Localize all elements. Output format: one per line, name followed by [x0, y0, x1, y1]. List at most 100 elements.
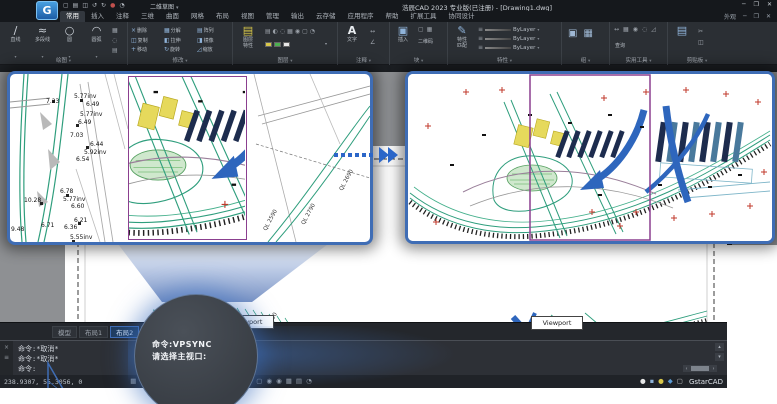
- command-hscroll[interactable]: ‹ ›: [683, 365, 717, 372]
- layer-state-icon[interactable]: ▦: [287, 28, 293, 35]
- ribbon-tab[interactable]: 输出: [285, 11, 310, 22]
- ribbon-tab[interactable]: 云存储: [310, 11, 342, 22]
- layer-state-icon[interactable]: ◌: [280, 28, 285, 35]
- panel-label[interactable]: 图层 ▾: [233, 56, 337, 64]
- match-properties-button[interactable]: ✎ 特性 匹配: [450, 24, 474, 49]
- utility-icon[interactable]: ↔: [614, 26, 619, 33]
- group-icon[interactable]: ▦: [583, 28, 592, 39]
- modify-tool-button[interactable]: ▦分解: [164, 26, 197, 36]
- status-toggle-icon[interactable]: ◉: [266, 375, 272, 388]
- inquiry-button[interactable]: 查询: [615, 42, 625, 49]
- insert-block-button[interactable]: ▣ 插入: [392, 24, 414, 43]
- ribbon-tab[interactable]: 协同设计: [443, 11, 481, 22]
- modify-tool-button[interactable]: ▤阵列: [197, 26, 230, 36]
- maximize-button[interactable]: ❐: [754, 1, 759, 8]
- minimize-button[interactable]: ─: [742, 1, 746, 8]
- modify-tool-button[interactable]: ◧拉伸: [164, 36, 197, 46]
- doc-minimize-button[interactable]: ─: [743, 13, 747, 20]
- panel-label[interactable]: 修改 ▾: [128, 56, 232, 64]
- quick-access-icon[interactable]: ↻: [101, 1, 106, 10]
- status-toggle-icon[interactable]: ▢: [256, 375, 262, 388]
- status-toggle-icon[interactable]: ▦: [286, 375, 292, 388]
- status-right-icon[interactable]: ▢: [677, 375, 683, 388]
- draw-extra-icon[interactable]: ▦: [112, 27, 118, 34]
- layer-state-icon[interactable]: ▤: [265, 28, 271, 35]
- command-vscroll[interactable]: ▴ ▾: [715, 343, 724, 361]
- paste-button[interactable]: ▤: [672, 24, 692, 37]
- layer-state-icon[interactable]: ◉: [295, 28, 300, 35]
- layer-color-row[interactable]: [265, 42, 290, 47]
- dimension-icon[interactable]: ∠: [370, 39, 375, 46]
- text-button[interactable]: A 文字: [340, 24, 364, 43]
- draw-extra-icon[interactable]: ▤: [112, 47, 118, 54]
- panel-label[interactable]: 块 ▾: [390, 56, 447, 64]
- status-toggle-icon[interactable]: ◔: [306, 375, 312, 388]
- layout-tab[interactable]: 布局1: [79, 326, 108, 338]
- block-mini-icon[interactable]: ▢: [418, 26, 424, 33]
- modify-tool-button[interactable]: ◫复制: [131, 36, 164, 46]
- quick-access-icon[interactable]: ▢: [63, 1, 69, 10]
- ribbon-tab[interactable]: 曲面: [160, 11, 185, 22]
- close-button[interactable]: ✕: [767, 1, 772, 8]
- doc-close-button[interactable]: ✕: [766, 13, 771, 20]
- modify-tool-button[interactable]: ◨镜像: [197, 36, 230, 46]
- ribbon-tab[interactable]: 视图: [235, 11, 260, 22]
- layout-tab[interactable]: 模型: [52, 326, 77, 338]
- group-icon[interactable]: ▣: [568, 28, 577, 39]
- status-toggle-icon[interactable]: ◉: [276, 375, 282, 388]
- viewport-tag[interactable]: Viewport: [531, 316, 583, 330]
- ribbon-tab[interactable]: 常用: [60, 11, 85, 22]
- scroll-thumb[interactable]: [691, 366, 709, 371]
- quick-access-icon[interactable]: ●: [110, 1, 115, 10]
- ribbon-tab[interactable]: 插入: [85, 11, 110, 22]
- bylayer-dropdown[interactable]: ≡ ByLayer ▾: [478, 43, 539, 52]
- bylayer-dropdown[interactable]: ≡ ByLayer ▾: [478, 34, 539, 43]
- ribbon-tab[interactable]: 注释: [110, 11, 135, 22]
- panel-label[interactable]: 绘图 ▾: [0, 56, 127, 64]
- panel-label[interactable]: 剪贴板 ▾: [668, 56, 726, 64]
- utility-icon[interactable]: ◿: [651, 26, 656, 33]
- panel-label[interactable]: 特性 ▾: [448, 56, 561, 64]
- layer-properties-button[interactable]: ▤ 图层 特性: [235, 24, 261, 49]
- layer-state-icon[interactable]: ▢: [302, 28, 308, 35]
- modify-tool-button[interactable]: ×删除: [131, 26, 164, 36]
- status-right-icon[interactable]: ●: [640, 375, 646, 388]
- status-right-icon[interactable]: ●: [658, 375, 664, 388]
- bylayer-dropdown[interactable]: ≡ ByLayer ▾: [478, 25, 539, 34]
- clipboard-mini-icon[interactable]: ✂: [698, 28, 704, 35]
- quick-access-icon[interactable]: ▤: [73, 1, 79, 10]
- block-mini-icon[interactable]: ▦: [427, 26, 433, 33]
- status-toggle-icon[interactable]: ▤: [296, 375, 302, 388]
- modify-tool-button[interactable]: +移动: [131, 45, 164, 55]
- layer-state-icon[interactable]: ◔: [310, 28, 315, 35]
- status-right-icon[interactable]: ▪: [650, 375, 654, 388]
- ribbon-tab[interactable]: 管理: [260, 11, 285, 22]
- command-strip-icon[interactable]: ×: [4, 345, 9, 351]
- quick-access-icon[interactable]: ↺: [92, 1, 97, 10]
- ribbon-tab[interactable]: 三维: [135, 11, 160, 22]
- scroll-right-icon[interactable]: ›: [710, 366, 717, 372]
- source-viewport[interactable]: [128, 76, 247, 240]
- ribbon-tab[interactable]: 布局: [210, 11, 235, 22]
- status-right-icon[interactable]: ◆: [668, 375, 673, 388]
- ribbon-tab[interactable]: 网格: [185, 11, 210, 22]
- snap-toggle-icon[interactable]: ▦: [130, 375, 136, 388]
- utility-icon[interactable]: ▦: [623, 26, 629, 33]
- utility-icon[interactable]: ◌: [642, 26, 647, 33]
- panel-label[interactable]: 实用工具 ▾: [610, 56, 667, 64]
- modify-tool-button[interactable]: ◿缩放: [197, 45, 230, 55]
- ribbon-tab[interactable]: 应用程序: [342, 11, 380, 22]
- doc-restore-button[interactable]: ❐: [754, 13, 759, 20]
- quick-access-icon[interactable]: ◫: [82, 1, 88, 10]
- scroll-down-icon[interactable]: ▾: [715, 353, 724, 361]
- command-window[interactable]: ×≡ 命令:*取消*命令:*取消*命令: ▴ ▾ ‹ ›: [0, 340, 727, 375]
- quick-access-icon[interactable]: ◔: [119, 1, 124, 10]
- appearance-menu[interactable]: 外观: [724, 12, 736, 21]
- layer-state-icon[interactable]: ◐: [273, 28, 278, 35]
- command-strip-icon[interactable]: ≡: [4, 355, 9, 361]
- scroll-up-icon[interactable]: ▴: [715, 343, 724, 351]
- clipboard-mini-icon[interactable]: ◫: [698, 39, 704, 46]
- panel-label[interactable]: 注释 ▾: [338, 56, 389, 64]
- modify-tool-button[interactable]: ↻旋转: [164, 45, 197, 55]
- panel-label[interactable]: 组 ▾: [562, 56, 609, 64]
